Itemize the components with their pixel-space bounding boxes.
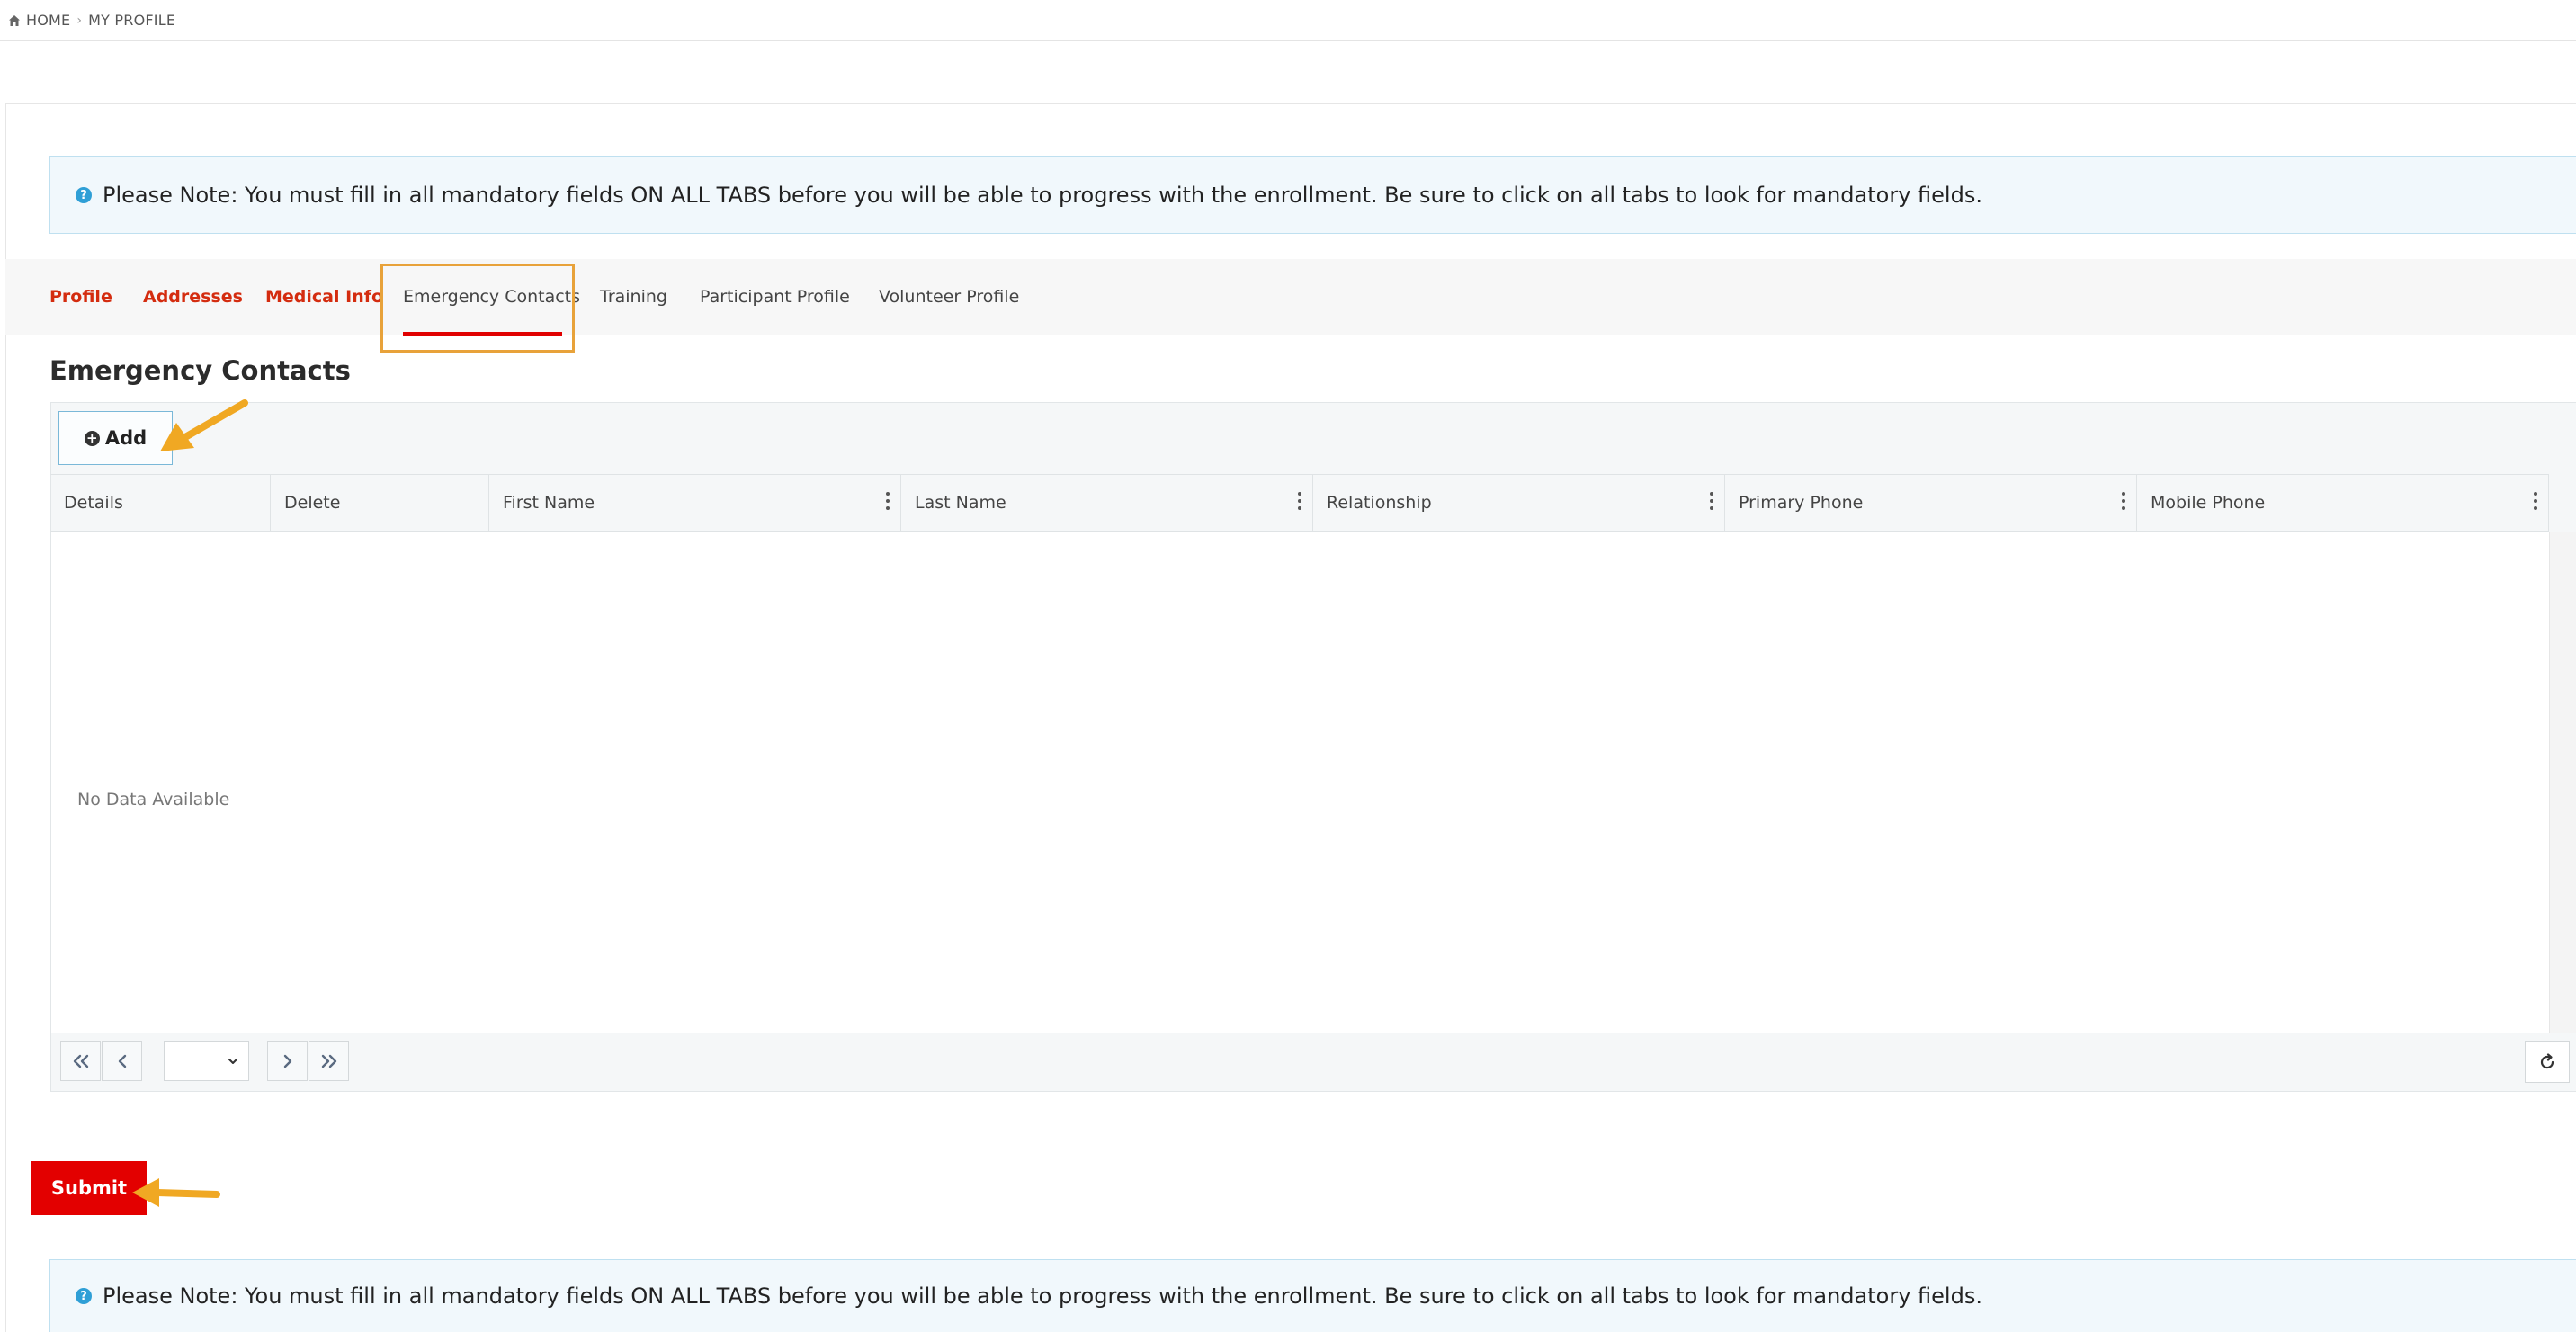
refresh-button[interactable] — [2525, 1041, 2570, 1083]
column-header-label: Mobile Phone — [2151, 493, 2266, 513]
column-menu-icon[interactable] — [886, 492, 890, 512]
column-header-delete[interactable]: Delete — [271, 474, 489, 532]
next-page-button[interactable] — [267, 1041, 308, 1081]
column-header-primary-phone[interactable]: Primary Phone — [1725, 474, 2137, 532]
previous-page-icon — [118, 1054, 126, 1068]
column-menu-icon[interactable] — [2122, 492, 2125, 512]
column-header-label: Primary Phone — [1739, 493, 1864, 513]
notice-text: Please Note: You must fill in all mandat… — [103, 183, 1982, 208]
tab-medical-info[interactable]: Medical Info — [265, 259, 383, 335]
notice-text: Please Note: You must fill in all mandat… — [103, 1283, 1982, 1309]
tab-highlight-box — [380, 264, 575, 353]
grid-footer — [50, 1033, 2576, 1092]
first-page-icon — [73, 1054, 88, 1068]
column-header-label: Details — [64, 493, 123, 513]
column-header-details[interactable]: Details — [50, 474, 271, 532]
chevron-down-icon — [228, 1059, 237, 1064]
annotation-arrow — [160, 399, 248, 451]
column-menu-icon[interactable] — [2534, 492, 2537, 512]
column-header-label: First Name — [503, 493, 595, 513]
breadcrumb-home-link[interactable]: HOME — [26, 12, 70, 29]
column-header-last-name[interactable]: Last Name — [901, 474, 1313, 532]
last-page-button[interactable] — [309, 1041, 349, 1081]
add-button-label: Add — [104, 427, 148, 449]
breadcrumb-separator-icon: › — [76, 13, 83, 28]
column-header-first-name[interactable]: First Name — [489, 474, 901, 532]
section-title: Emergency Contacts — [49, 355, 351, 386]
refresh-icon — [2540, 1053, 2554, 1069]
column-header-label: Last Name — [915, 493, 1006, 513]
next-page-icon — [283, 1054, 291, 1068]
annotation-arrow — [132, 1178, 220, 1207]
column-menu-icon[interactable] — [1710, 492, 1713, 512]
column-header-label: Delete — [284, 493, 341, 513]
column-header-label: Relationship — [1327, 493, 1432, 513]
info-icon: ? — [76, 187, 92, 203]
info-icon: ? — [76, 1288, 92, 1304]
grid-scrollbar-header — [2549, 474, 2576, 532]
first-page-button[interactable] — [60, 1041, 101, 1081]
tab-addresses[interactable]: Addresses — [143, 259, 243, 335]
plus-circle-icon: + — [84, 430, 100, 446]
grid-toolbar — [50, 402, 2576, 474]
notice-bottom: ? Please Note: You must fill in all mand… — [49, 1259, 2576, 1332]
home-icon[interactable] — [8, 14, 21, 27]
grid-body — [50, 532, 2576, 1033]
breadcrumb: HOME › MY PROFILE — [0, 0, 2576, 41]
grid-scrollbar[interactable] — [2549, 532, 2576, 1033]
tab-participant-profile[interactable]: Participant Profile — [700, 259, 850, 335]
previous-page-button[interactable] — [102, 1041, 142, 1081]
breadcrumb-current: MY PROFILE — [88, 12, 176, 29]
column-menu-icon[interactable] — [1298, 492, 1301, 512]
notice-top: ? Please Note: You must fill in all mand… — [49, 156, 2576, 234]
empty-state-text: No Data Available — [77, 790, 230, 809]
tab-training[interactable]: Training — [600, 259, 667, 335]
page-select[interactable] — [164, 1041, 249, 1081]
last-page-icon — [321, 1054, 336, 1068]
tab-profile[interactable]: Profile — [49, 259, 112, 335]
column-header-relationship[interactable]: Relationship — [1313, 474, 1725, 532]
tab-volunteer-profile[interactable]: Volunteer Profile — [879, 259, 1019, 335]
column-header-mobile-phone[interactable]: Mobile Phone — [2137, 474, 2549, 532]
